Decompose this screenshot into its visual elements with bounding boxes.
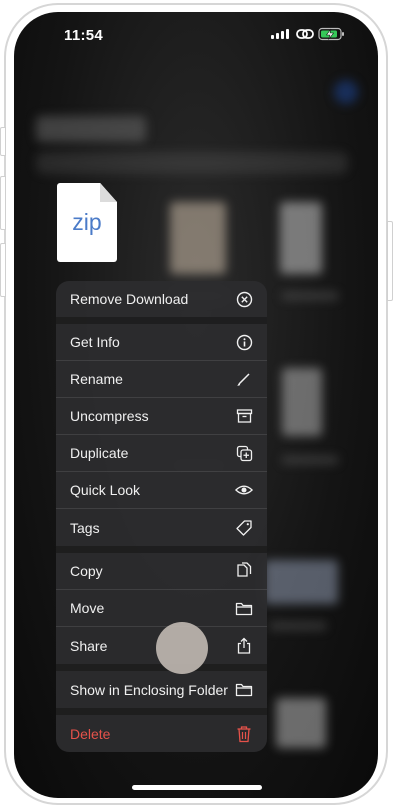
context-menu: Remove Download Get Info Rename Uncompre…: [56, 281, 267, 752]
power-button: [387, 221, 393, 301]
menu-item-label: Show in Enclosing Folder: [70, 681, 228, 698]
touch-indicator: [156, 622, 208, 674]
menu-item-label: Quick Look: [70, 482, 141, 498]
archive-box-icon: [235, 407, 253, 425]
duplicate-icon: [235, 444, 253, 462]
personal-hotspot-icon: [296, 29, 314, 39]
volume-up-button: [0, 176, 6, 230]
blurred-thumbnail: [264, 560, 338, 604]
menu-item-move[interactable]: Move: [56, 590, 267, 627]
blurred-search-bar: [36, 152, 348, 174]
copy-icon: [235, 562, 253, 580]
menu-item-tags[interactable]: Tags: [56, 509, 267, 546]
page-fold: [100, 183, 117, 202]
eye-icon: [235, 481, 253, 499]
menu-separator: [56, 708, 267, 715]
menu-item-label: Tags: [70, 519, 100, 536]
menu-separator: [56, 317, 267, 324]
home-indicator[interactable]: [132, 785, 262, 790]
blurred-caption: [270, 622, 326, 630]
menu-item-uncompress[interactable]: Uncompress: [56, 398, 267, 435]
menu-item-rename[interactable]: Rename: [56, 361, 267, 398]
blurred-caption: [282, 456, 338, 464]
tag-icon: [235, 519, 253, 537]
zip-file-icon[interactable]: zip: [57, 183, 117, 262]
status-time: 11:54: [64, 27, 104, 44]
menu-item-delete[interactable]: Delete: [56, 715, 267, 752]
menu-item-copy[interactable]: Copy: [56, 553, 267, 590]
menu-item-label: Rename: [70, 371, 123, 387]
menu-item-get-info[interactable]: Get Info: [56, 324, 267, 361]
folder-icon: [235, 599, 253, 617]
menu-item-label: Copy: [70, 563, 103, 579]
folder-icon: [235, 681, 253, 699]
menu-item-label: Get Info: [70, 334, 120, 350]
menu-item-label: Duplicate: [70, 445, 129, 461]
blurred-thumbnail: [170, 202, 226, 274]
blurred-title: [36, 116, 146, 142]
menu-item-duplicate[interactable]: Duplicate: [56, 435, 267, 472]
status-bar: 11:54: [14, 12, 378, 56]
trash-icon: [235, 725, 253, 743]
blurred-caption: [282, 292, 338, 300]
menu-item-label: Uncompress: [70, 408, 149, 424]
battery-charging-icon: [318, 27, 344, 41]
menu-item-label: Share: [70, 637, 108, 654]
remove-circle-icon: [235, 290, 253, 308]
volume-down-button: [0, 243, 6, 297]
menu-item-quick-look[interactable]: Quick Look: [56, 472, 267, 509]
cellular-signal-icon: [271, 29, 289, 39]
blurred-thumbnail: [280, 202, 322, 274]
mute-switch: [0, 127, 6, 156]
pencil-icon: [235, 370, 253, 388]
screen: 11:54 zip Remove Download Get Info Renam…: [14, 12, 378, 798]
blurred-thumbnail: [276, 698, 326, 748]
menu-separator: [56, 546, 267, 553]
info-icon: [235, 333, 253, 351]
menu-item-show-in-enclosing-folder[interactable]: Show in Enclosing Folder: [56, 671, 267, 708]
menu-item-label: Delete: [70, 725, 111, 742]
zip-file-label: zip: [72, 209, 102, 235]
blurred-top-button: [334, 80, 358, 104]
menu-item-remove-download[interactable]: Remove Download: [56, 281, 267, 317]
menu-item-label: Move: [70, 600, 105, 616]
share-icon: [235, 637, 253, 655]
menu-item-label: Remove Download: [70, 291, 189, 307]
blurred-thumbnail: [282, 368, 322, 436]
